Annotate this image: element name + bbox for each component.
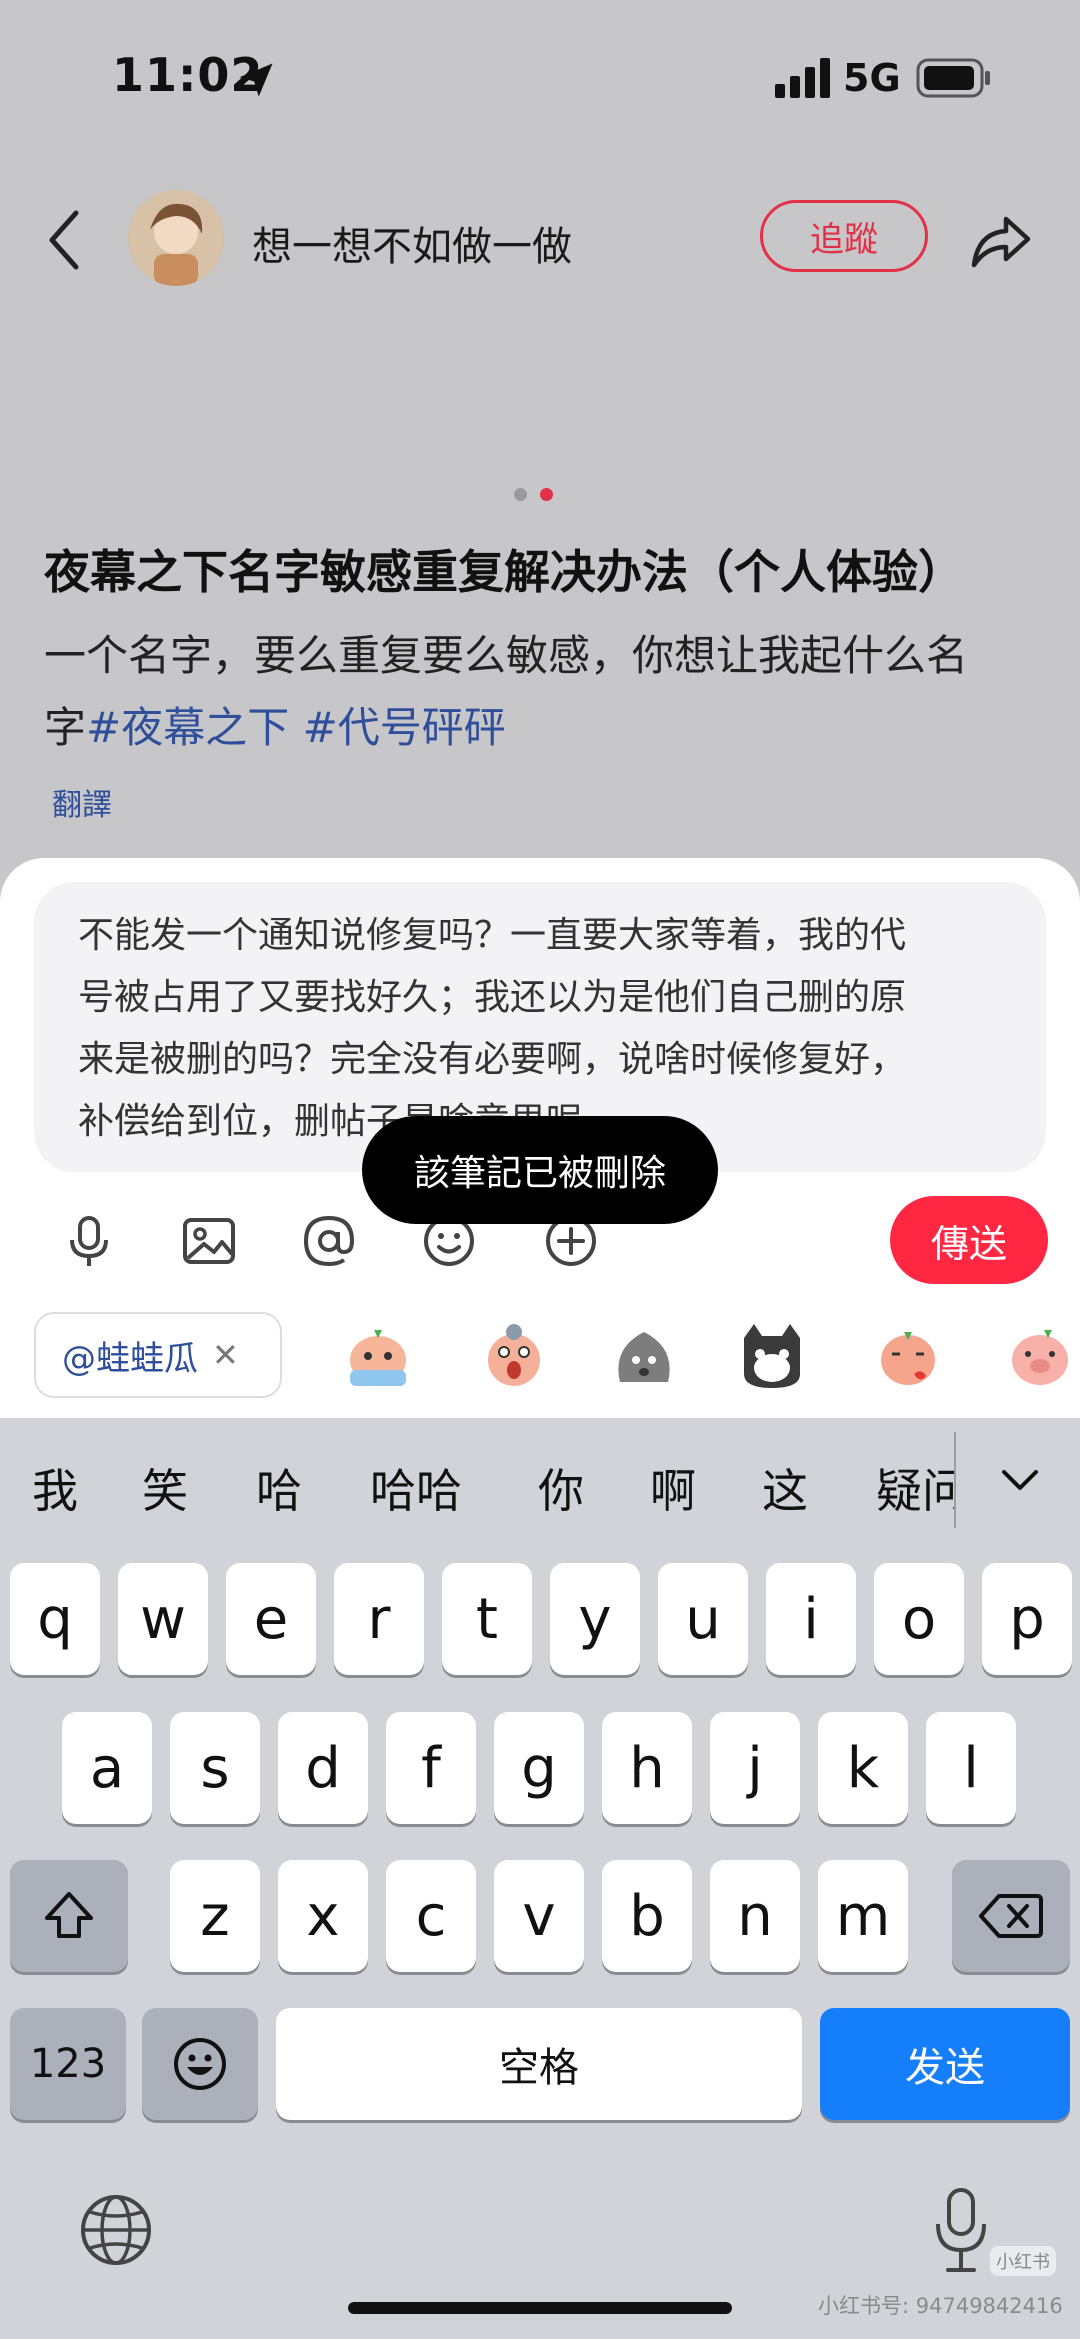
shocked-sticker-icon[interactable] bbox=[476, 1318, 552, 1394]
comment-line: 来是被删的吗？完全没有必要啊，说啥时候修复好， bbox=[78, 1039, 907, 1080]
emoji-key[interactable] bbox=[142, 2008, 258, 2120]
cat-sticker-icon[interactable] bbox=[734, 1318, 810, 1394]
post-body-line: 字#夜幕之下 #代号砰砰 bbox=[44, 692, 1044, 764]
post-body: 一个名字，要么重复要么敏感，你想让我起什么名 字#夜幕之下 #代号砰砰 bbox=[44, 620, 1044, 764]
kiss-sticker-icon[interactable] bbox=[870, 1318, 946, 1394]
key-b[interactable]: b bbox=[602, 1860, 692, 1972]
watermark-id: 小红书号: 94749842416 bbox=[818, 2294, 1063, 2318]
shift-arrow-icon bbox=[45, 1892, 93, 1938]
globe-language-icon[interactable] bbox=[78, 2192, 154, 2268]
watermark-logo: 小红书 bbox=[990, 2246, 1056, 2276]
key-c[interactable]: c bbox=[386, 1860, 476, 1972]
post-title: 夜幕之下名字敏感重复解决办法（个人体验） bbox=[44, 545, 964, 599]
mention-at-icon[interactable] bbox=[300, 1212, 358, 1270]
author-avatar[interactable] bbox=[128, 190, 224, 286]
shift-key[interactable] bbox=[10, 1860, 128, 1972]
crying-sticker-icon[interactable] bbox=[340, 1318, 416, 1394]
send-key[interactable]: 发送 bbox=[820, 2008, 1070, 2120]
author-name[interactable]: 想一想不如做一做 bbox=[252, 214, 572, 272]
key-i[interactable]: i bbox=[766, 1563, 856, 1675]
candidate-word[interactable]: 这 bbox=[762, 1455, 808, 1521]
key-x[interactable]: x bbox=[278, 1860, 368, 1972]
key-f[interactable]: f bbox=[386, 1712, 476, 1824]
key-m[interactable]: m bbox=[818, 1860, 908, 1972]
key-e[interactable]: e bbox=[226, 1563, 316, 1675]
key-p[interactable]: p bbox=[982, 1563, 1072, 1675]
chip-close-icon[interactable]: ✕ bbox=[212, 1336, 239, 1374]
key-u[interactable]: u bbox=[658, 1563, 748, 1675]
image-page-indicator bbox=[514, 488, 564, 502]
candidate-word[interactable]: 啊 bbox=[650, 1455, 696, 1521]
key-j[interactable]: j bbox=[710, 1712, 800, 1824]
page-dot-active bbox=[540, 488, 553, 501]
emoji-smile-icon bbox=[174, 2038, 226, 2090]
candidate-divider bbox=[954, 1432, 956, 1528]
key-n[interactable]: n bbox=[710, 1860, 800, 1972]
network-type: 5G bbox=[843, 56, 901, 100]
candidate-word[interactable]: 你 bbox=[538, 1455, 584, 1521]
expand-candidates-chevron-icon[interactable] bbox=[996, 1456, 1044, 1504]
grey-blob-sticker-icon[interactable] bbox=[606, 1318, 682, 1394]
voice-input-icon[interactable] bbox=[60, 1212, 118, 1270]
space-key[interactable]: 空格 bbox=[276, 2008, 802, 2120]
location-arrow-icon bbox=[239, 63, 273, 97]
follow-button[interactable]: 追蹤 bbox=[760, 200, 928, 272]
comment-line: 号被占用了又要找好久；我还以为是他们自己删的原 bbox=[78, 977, 907, 1018]
cellular-signal-icon bbox=[775, 58, 830, 98]
key-q[interactable]: q bbox=[10, 1563, 100, 1675]
post-body-line: 一个名字，要么重复要么敏感，你想让我起什么名 bbox=[44, 631, 969, 680]
candidate-word[interactable]: 我 bbox=[32, 1455, 78, 1521]
key-v[interactable]: v bbox=[494, 1860, 584, 1972]
key-k[interactable]: k bbox=[818, 1712, 908, 1824]
key-o[interactable]: o bbox=[874, 1563, 964, 1675]
key-d[interactable]: d bbox=[278, 1712, 368, 1824]
key-a[interactable]: a bbox=[62, 1712, 152, 1824]
back-chevron-icon[interactable] bbox=[40, 205, 90, 275]
deleted-toast: 該筆記已被刪除 bbox=[362, 1116, 718, 1224]
key-g[interactable]: g bbox=[494, 1712, 584, 1824]
pig-sticker-icon[interactable] bbox=[1000, 1318, 1076, 1394]
comment-line: 不能发一个通知说修复吗？一直要大家等着，我的代 bbox=[78, 915, 907, 956]
mention-chip-label: @蛙蛙瓜 bbox=[62, 1338, 198, 1379]
share-icon[interactable] bbox=[966, 205, 1036, 275]
key-r[interactable]: r bbox=[334, 1563, 424, 1675]
key-l[interactable]: l bbox=[926, 1712, 1016, 1824]
page-dot-inactive bbox=[514, 488, 527, 501]
key-h[interactable]: h bbox=[602, 1712, 692, 1824]
candidate-word[interactable]: 哈 bbox=[256, 1455, 302, 1521]
candidate-word[interactable]: 疑问 bbox=[876, 1455, 954, 1521]
key-s[interactable]: s bbox=[170, 1712, 260, 1824]
battery-icon bbox=[916, 58, 990, 98]
mention-chip[interactable]: @蛙蛙瓜 ✕ bbox=[34, 1312, 282, 1398]
key-t[interactable]: t bbox=[442, 1563, 532, 1675]
post-body-text: 字 bbox=[44, 703, 87, 752]
numbers-key[interactable]: 123 bbox=[10, 2008, 126, 2120]
hashtag-link[interactable]: #夜幕之下 bbox=[86, 703, 289, 752]
home-indicator[interactable] bbox=[348, 2302, 732, 2314]
send-comment-button[interactable]: 傳送 bbox=[890, 1196, 1048, 1284]
backspace-icon bbox=[979, 1894, 1043, 1938]
hashtag-link[interactable]: #代号砰砰 bbox=[303, 703, 506, 752]
key-w[interactable]: w bbox=[118, 1563, 208, 1675]
image-picker-icon[interactable] bbox=[180, 1212, 238, 1270]
avatar-illustration-icon bbox=[128, 190, 224, 286]
candidate-word[interactable]: 笑 bbox=[142, 1455, 188, 1521]
dictation-mic-icon[interactable] bbox=[930, 2186, 992, 2276]
key-y[interactable]: y bbox=[550, 1563, 640, 1675]
translate-link[interactable]: 翻譯 bbox=[52, 780, 112, 824]
key-z[interactable]: z bbox=[170, 1860, 260, 1972]
delete-key[interactable] bbox=[952, 1860, 1070, 1972]
candidate-word[interactable]: 哈哈 bbox=[370, 1455, 462, 1521]
